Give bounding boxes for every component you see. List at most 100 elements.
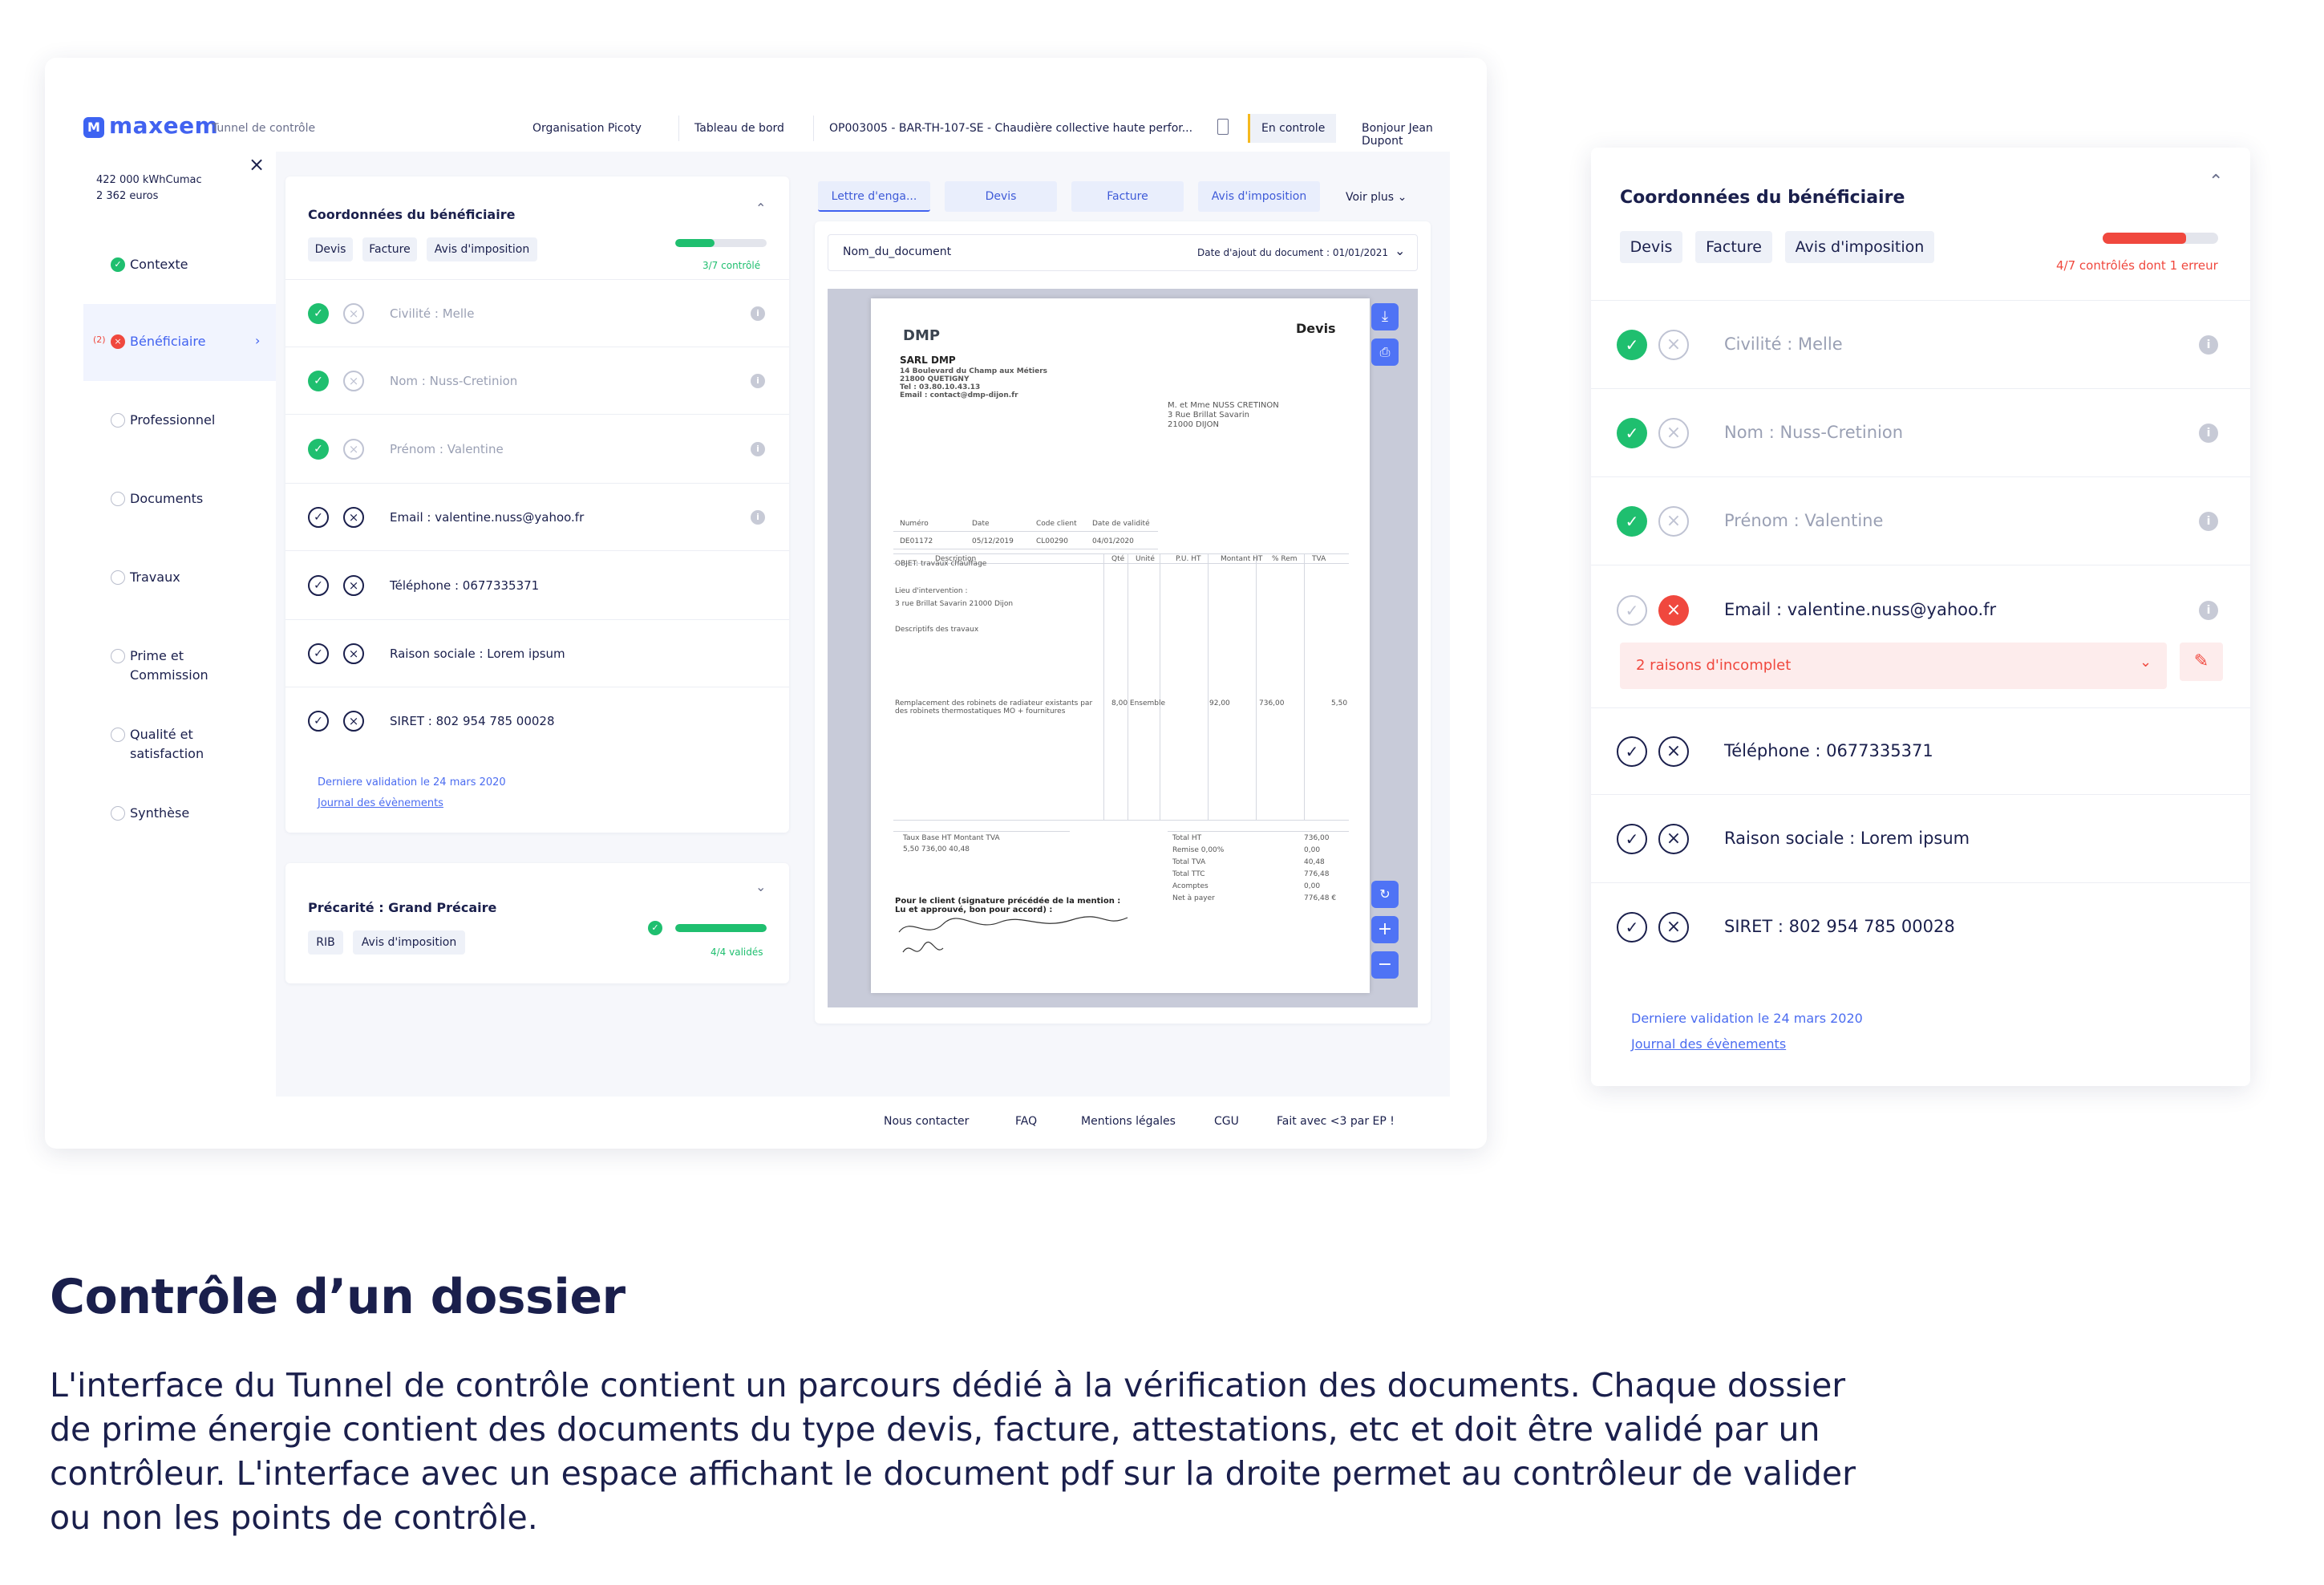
chevron-down-icon[interactable]: ⌄ [755, 879, 766, 894]
sidebar-item-label: Documents [130, 491, 204, 506]
validate-check-icon[interactable]: ✓ [1617, 912, 1647, 942]
tag-avis-imposition[interactable]: Avis d'imposition [1785, 231, 1934, 263]
info-icon[interactable]: i [751, 374, 765, 388]
footer-faq-link[interactable]: FAQ [1015, 1115, 1037, 1128]
chevron-right-icon: › [255, 333, 261, 348]
control-row: ✓ × Raison sociale : Lorem ipsum [285, 619, 789, 687]
reject-cross-icon[interactable]: × [1658, 824, 1689, 854]
info-icon[interactable]: i [751, 306, 765, 321]
footer-cgu-link[interactable]: CGU [1214, 1115, 1239, 1128]
validate-check-icon[interactable]: ✓ [1617, 418, 1647, 448]
reject-cross-icon[interactable]: × [1658, 736, 1689, 767]
validate-check-icon[interactable]: ✓ [1617, 506, 1647, 537]
control-label: Civilité : Melle [390, 306, 475, 321]
validate-check-icon[interactable]: ✓ [308, 371, 329, 391]
reject-cross-icon[interactable]: × [343, 575, 364, 596]
info-icon[interactable]: i [2199, 601, 2218, 620]
print-icon[interactable]: ⎙ [1371, 338, 1399, 366]
maxeem-logo-icon[interactable]: M [83, 117, 104, 138]
reject-cross-icon[interactable]: × [343, 711, 364, 732]
footer-contact-link[interactable]: Nous contacter [884, 1115, 969, 1128]
euros-stat: 2 362 euros [96, 190, 159, 202]
control-label: Prénom : Valentine [1724, 511, 1884, 530]
footer-credit: Fait avec <3 par EP ! [1277, 1115, 1395, 1128]
validate-check-icon[interactable]: ✓ [308, 575, 329, 596]
tab-avis-imposition[interactable]: Avis d'imposition [1198, 181, 1320, 212]
pdf-total-value: 736,00 [1304, 834, 1330, 842]
sidebar-item-travaux[interactable]: Travaux [83, 540, 276, 617]
edit-pencil-icon[interactable]: ✎ [2180, 643, 2223, 681]
tag-rib[interactable]: RIB [308, 930, 343, 955]
info-icon[interactable]: i [751, 442, 765, 456]
validate-check-icon[interactable]: ✓ [308, 439, 329, 460]
sidebar-item-beneficiaire[interactable]: (2) × Bénéficiaire › [83, 304, 276, 381]
nav-operation[interactable]: OP003005 - BAR-TH-107-SE - Chaudière col… [829, 122, 1206, 135]
validate-check-icon[interactable]: ✓ [308, 643, 329, 664]
document-icon[interactable] [1217, 119, 1229, 135]
nav-divider [813, 116, 814, 141]
signature-scribble [898, 916, 1128, 953]
reject-cross-icon[interactable]: × [1658, 595, 1689, 626]
reject-cross-icon[interactable]: × [343, 643, 364, 664]
control-label: Civilité : Melle [1724, 334, 1843, 354]
journal-link[interactable]: Journal des évènements [1631, 1036, 1786, 1052]
tag-avis-imposition[interactable]: Avis d'imposition [427, 237, 537, 261]
incomplete-reasons-dropdown[interactable]: 2 raisons d'incomplet ⌄ [1620, 643, 2167, 689]
sidebar-item-professionnel[interactable]: Professionnel [83, 383, 276, 460]
reject-cross-icon[interactable]: × [1658, 912, 1689, 942]
info-icon[interactable]: i [751, 510, 765, 525]
tab-facture[interactable]: Facture [1071, 181, 1184, 212]
nav-organisation[interactable]: Organisation Picoty [532, 122, 642, 135]
zoom-out-icon[interactable]: − [1371, 951, 1399, 979]
validate-check-icon[interactable]: ✓ [308, 711, 329, 732]
brand-name[interactable]: maxeem [109, 112, 218, 139]
nav-dashboard[interactable]: Tableau de bord [694, 122, 784, 135]
reject-cross-icon[interactable]: × [1658, 506, 1689, 537]
validate-check-icon[interactable]: ✓ [1617, 330, 1647, 360]
voir-plus-button[interactable]: Voir plus ⌄ [1346, 191, 1407, 204]
tag-facture[interactable]: Facture [362, 237, 417, 261]
reject-cross-icon[interactable]: × [343, 439, 364, 460]
info-icon[interactable]: i [2199, 424, 2218, 443]
document-selector[interactable]: Nom_du_document Date d'ajout du document… [828, 234, 1418, 271]
tab-devis[interactable]: Devis [945, 181, 1057, 212]
validate-check-icon[interactable]: ✓ [308, 303, 329, 324]
check-icon: ✓ [648, 921, 662, 935]
pdf-canvas[interactable]: DMP Devis SARL DMP 14 Boulevard du Champ… [828, 289, 1418, 1007]
sidebar-item-prime[interactable]: Prime et Commission [83, 618, 276, 695]
pdf-line-text: 5,50 [1331, 699, 1348, 707]
control-label: Téléphone : 0677335371 [1724, 741, 1933, 760]
tag-facture[interactable]: Facture [1695, 231, 1772, 263]
chevron-up-icon[interactable]: ⌃ [2209, 172, 2223, 192]
sidebar-item-qualite[interactable]: Qualité et satisfaction [83, 697, 276, 774]
reject-cross-icon[interactable]: × [343, 507, 364, 528]
validate-check-icon[interactable]: ✓ [1617, 736, 1647, 767]
reject-cross-icon[interactable]: × [343, 303, 364, 324]
tag-devis[interactable]: Devis [1620, 231, 1682, 263]
reject-cross-icon[interactable]: × [1658, 418, 1689, 448]
progress-bar [675, 239, 767, 247]
validate-check-icon[interactable]: ✓ [1617, 595, 1647, 626]
rotate-icon[interactable]: ↻ [1371, 881, 1399, 908]
sidebar-item-contexte[interactable]: ✓ Contexte [83, 227, 276, 304]
sidebar-item-synthese[interactable]: Synthèse [83, 776, 276, 853]
validate-check-icon[interactable]: ✓ [308, 507, 329, 528]
chevron-up-icon[interactable]: ⌃ [755, 201, 766, 216]
reject-cross-icon[interactable]: × [343, 371, 364, 391]
tag-avis-imposition[interactable]: Avis d'imposition [353, 930, 465, 955]
journal-link[interactable]: Journal des évènements [318, 797, 443, 809]
sidebar-item-documents[interactable]: Documents [83, 461, 276, 538]
close-icon[interactable]: × [249, 153, 265, 176]
info-icon[interactable]: i [2199, 512, 2218, 531]
pdf-col-header: TVA [1312, 555, 1326, 563]
tag-devis[interactable]: Devis [308, 237, 353, 261]
user-greeting[interactable]: Bonjour Jean Dupont [1362, 122, 1450, 148]
pdf-line-text: Descriptifs des travaux [895, 626, 979, 634]
tab-lettre-engagement[interactable]: Lettre d'enga... [818, 181, 930, 212]
info-icon[interactable]: i [2199, 335, 2218, 355]
reject-cross-icon[interactable]: × [1658, 330, 1689, 360]
download-icon[interactable]: ⤓ [1371, 303, 1399, 330]
footer-mentions-link[interactable]: Mentions légales [1081, 1115, 1176, 1128]
validate-check-icon[interactable]: ✓ [1617, 824, 1647, 854]
zoom-in-icon[interactable]: + [1371, 916, 1399, 943]
